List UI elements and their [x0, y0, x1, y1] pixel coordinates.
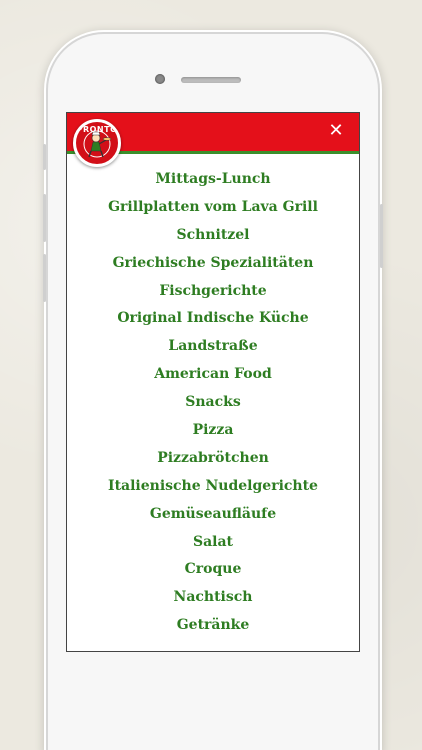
menu-item-griechische[interactable]: Griechische Spezialitäten: [67, 249, 359, 277]
menu-item-snacks[interactable]: Snacks: [67, 388, 359, 416]
category-menu: Mittags-Lunch Grillplatten vom Lava Gril…: [67, 165, 359, 639]
menu-item-nudelgerichte[interactable]: Italienische Nudelgerichte: [67, 472, 359, 500]
menu-item-landstrasse[interactable]: Landstraße: [67, 332, 359, 360]
front-camera: [155, 74, 165, 84]
menu-item-nachtisch[interactable]: Nachtisch: [67, 583, 359, 611]
phone-frame: PRONTO ✕ Mittags-Lunch Grillplatten vom …: [43, 34, 383, 750]
volume-up-button: [43, 194, 46, 242]
menu-item-fischgerichte[interactable]: Fischgerichte: [67, 277, 359, 305]
pronto-logo[interactable]: PRONTO: [73, 119, 121, 167]
menu-item-pizzabroetchen[interactable]: Pizzabrötchen: [67, 444, 359, 472]
close-icon[interactable]: ✕: [327, 122, 345, 140]
menu-item-gemueseauflaeufe[interactable]: Gemüseaufläufe: [67, 500, 359, 528]
menu-item-mittags-lunch[interactable]: Mittags-Lunch: [67, 165, 359, 193]
app-screen: PRONTO ✕ Mittags-Lunch Grillplatten vom …: [66, 112, 360, 652]
menu-item-indische-kueche[interactable]: Original Indische Küche: [67, 304, 359, 332]
menu-item-schnitzel[interactable]: Schnitzel: [67, 221, 359, 249]
mute-switch: [43, 144, 46, 170]
earpiece-speaker: [181, 77, 241, 83]
logo-text: PRONTO: [76, 125, 118, 134]
menu-item-croque[interactable]: Croque: [67, 555, 359, 583]
volume-down-button: [43, 254, 46, 302]
menu-item-pizza[interactable]: Pizza: [67, 416, 359, 444]
menu-item-salat[interactable]: Salat: [67, 528, 359, 556]
menu-item-getraenke[interactable]: Getränke: [67, 611, 359, 639]
app-header: PRONTO ✕: [67, 113, 359, 167]
menu-item-american-food[interactable]: American Food: [67, 360, 359, 388]
power-button: [380, 204, 383, 268]
menu-item-grillplatten[interactable]: Grillplatten vom Lava Grill: [67, 193, 359, 221]
